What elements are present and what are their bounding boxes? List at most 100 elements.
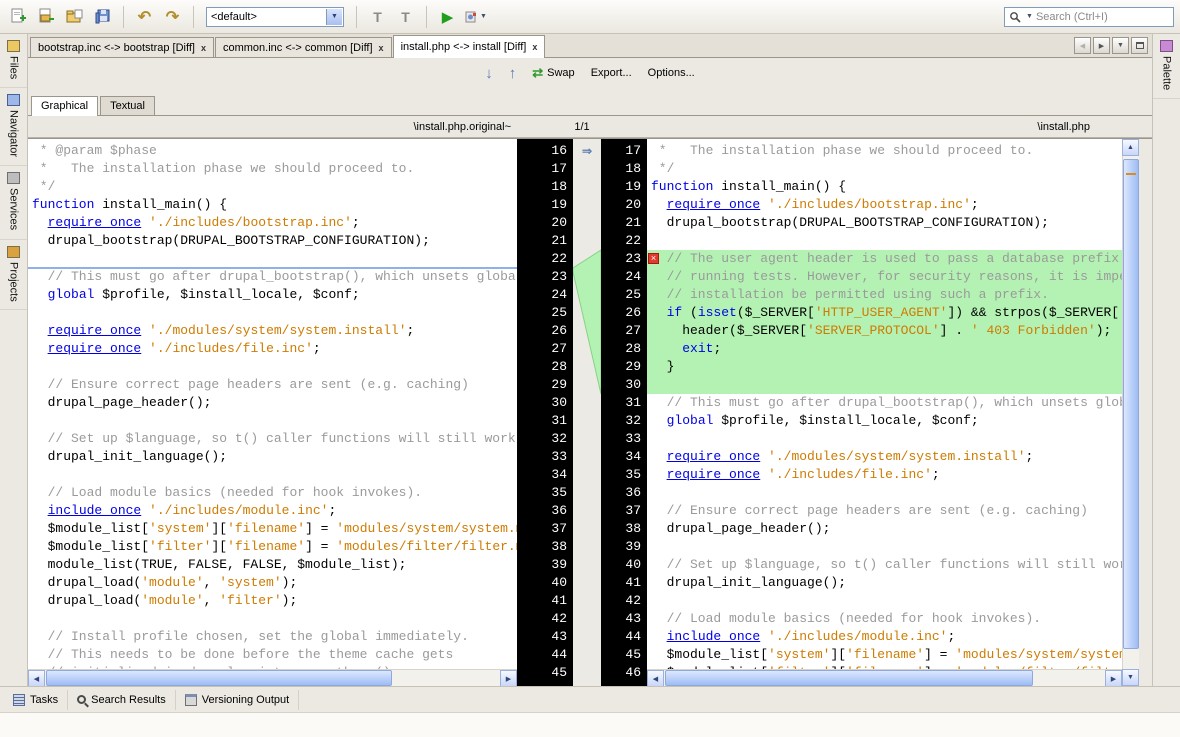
combo-dropdown-icon[interactable]: ▼ xyxy=(326,9,342,25)
text-tool-button-2[interactable]: T xyxy=(393,4,418,29)
redo-button[interactable]: ↷ xyxy=(160,4,185,29)
code-line[interactable] xyxy=(28,304,517,322)
code-line[interactable] xyxy=(647,232,1122,250)
code-line[interactable]: drupal_bootstrap(DRUPAL_BOOTSTRAP_CONFIG… xyxy=(647,214,1122,232)
code-line[interactable]: // Ensure correct page headers are sent … xyxy=(28,376,517,394)
window-tab-versioning-output[interactable]: Versioning Output xyxy=(176,690,299,710)
code-line[interactable]: * The installation phase we should proce… xyxy=(28,160,517,178)
code-line[interactable]: * The installation phase we should proce… xyxy=(647,142,1122,160)
dock-tab-files[interactable]: Files xyxy=(0,34,27,88)
modified-file-pane[interactable]: * The installation phase we should proce… xyxy=(647,139,1122,686)
code-line[interactable]: require_once './includes/bootstrap.inc'; xyxy=(647,196,1122,214)
code-line[interactable]: function install_main() { xyxy=(647,178,1122,196)
scroll-right-button[interactable]: ▶ xyxy=(500,670,517,686)
code-line[interactable]: // Ensure correct page headers are sent … xyxy=(647,502,1122,520)
right-hscroll-thumb[interactable] xyxy=(665,670,1033,686)
new-project-button[interactable] xyxy=(34,4,59,29)
code-line[interactable]: drupal_page_header(); xyxy=(647,520,1122,538)
code-line[interactable]: global $profile, $install_locale, $conf; xyxy=(28,286,517,304)
code-line[interactable]: include_once './includes/module.inc'; xyxy=(28,502,517,520)
code-line[interactable] xyxy=(647,484,1122,502)
code-line[interactable]: exit; xyxy=(647,340,1122,358)
text-tool-button-1[interactable]: T xyxy=(365,4,390,29)
code-line[interactable]: // installation be permitted using such … xyxy=(647,286,1122,304)
code-line[interactable]: require_once './modules/system/system.in… xyxy=(647,448,1122,466)
original-file-pane[interactable]: * @param $phase * The installation phase… xyxy=(28,139,517,686)
window-tab-tasks[interactable]: Tasks xyxy=(4,690,68,710)
open-project-button[interactable] xyxy=(62,4,87,29)
code-line[interactable]: // Set up $language, so t() caller funct… xyxy=(647,556,1122,574)
code-line[interactable]: * @param $phase xyxy=(28,142,517,160)
tab-list-button[interactable]: ▼ xyxy=(1112,37,1129,54)
run-project-button[interactable]: ▶ xyxy=(435,4,460,29)
dock-tab-palette[interactable]: Palette xyxy=(1153,34,1180,99)
code-line[interactable]: include_once './includes/module.inc'; xyxy=(647,628,1122,646)
vertical-scrollbar[interactable]: ▲ ▼ xyxy=(1122,139,1139,686)
code-line[interactable]: // Install profile chosen, set the globa… xyxy=(28,628,517,646)
tab-close-icon[interactable]: x xyxy=(532,42,537,52)
scroll-tabs-left-button[interactable]: ◀ xyxy=(1074,37,1091,54)
code-line[interactable]: $module_list['system']['filename'] = 'mo… xyxy=(647,646,1122,664)
code-line[interactable]: $module_list['system']['filename'] = 'mo… xyxy=(28,520,517,538)
swap-button[interactable]: ⇄ Swap xyxy=(526,62,580,84)
code-line[interactable]: require_once './includes/file.inc'; xyxy=(647,466,1122,484)
window-tab-search-results[interactable]: Search Results xyxy=(68,690,176,710)
code-line[interactable]: drupal_page_header(); xyxy=(28,394,517,412)
code-line[interactable]: if (isset($_SERVER['HTTP_USER_AGENT']) &… xyxy=(647,304,1122,322)
code-line[interactable]: global $profile, $install_locale, $conf; xyxy=(647,412,1122,430)
code-line[interactable]: */ xyxy=(28,178,517,196)
maximize-window-button[interactable] xyxy=(1131,37,1148,54)
search-dropdown-icon[interactable]: ▼ xyxy=(1026,13,1033,20)
current-diff-arrow-icon[interactable]: ⇒ xyxy=(573,142,601,160)
code-line[interactable] xyxy=(647,376,1122,394)
code-line[interactable]: // This must go after drupal_bootstrap()… xyxy=(28,268,517,286)
editor-tab-bootstrap.inc[interactable]: bootstrap.inc <-> bootstrap [Diff]x xyxy=(30,37,214,57)
code-line[interactable]: module_list(TRUE, FALSE, FALSE, $module_… xyxy=(28,556,517,574)
error-badge-icon[interactable]: × xyxy=(648,253,659,264)
view-tab-textual[interactable]: Textual xyxy=(100,96,155,115)
code-line[interactable] xyxy=(28,610,517,628)
code-line[interactable]: drupal_load('module', 'filter'); xyxy=(28,592,517,610)
debug-project-button[interactable]: ▼ xyxy=(463,4,488,29)
scroll-tabs-right-button[interactable]: ▶ xyxy=(1093,37,1110,54)
code-line[interactable]: // Load module basics (needed for hook i… xyxy=(28,484,517,502)
code-line[interactable] xyxy=(28,466,517,484)
export-button[interactable]: Export... xyxy=(585,64,638,82)
code-line[interactable]: // This must go after drupal_bootstrap()… xyxy=(647,394,1122,412)
code-line[interactable]: header($_SERVER['SERVER_PROTOCOL'] . ' 4… xyxy=(647,322,1122,340)
quick-search-input[interactable]: ▼ Search (Ctrl+I) xyxy=(1004,7,1174,27)
dock-tab-navigator[interactable]: Navigator xyxy=(0,88,27,166)
new-file-button[interactable] xyxy=(6,4,31,29)
code-line[interactable] xyxy=(28,358,517,376)
code-line[interactable]: function install_main() { xyxy=(28,196,517,214)
code-line[interactable]: } xyxy=(647,358,1122,376)
code-line[interactable]: drupal_bootstrap(DRUPAL_BOOTSTRAP_CONFIG… xyxy=(28,232,517,250)
tab-close-icon[interactable]: x xyxy=(201,43,206,53)
tab-close-icon[interactable]: x xyxy=(379,43,384,53)
scroll-left-button[interactable]: ◀ xyxy=(28,670,45,686)
code-line[interactable]: drupal_init_language(); xyxy=(28,448,517,466)
code-line[interactable]: require_once './includes/bootstrap.inc'; xyxy=(28,214,517,232)
code-line[interactable] xyxy=(647,592,1122,610)
configuration-combo[interactable]: <default> ▼ xyxy=(206,7,344,27)
scroll-down-button[interactable]: ▼ xyxy=(1122,669,1139,686)
next-difference-button[interactable]: ↓ xyxy=(479,62,499,85)
vscroll-thumb[interactable] xyxy=(1123,159,1139,649)
scroll-up-button[interactable]: ▲ xyxy=(1122,139,1139,156)
code-line[interactable] xyxy=(647,430,1122,448)
undo-button[interactable]: ↶ xyxy=(132,4,157,29)
editor-tab-install.php[interactable]: install.php <-> install [Diff]x xyxy=(393,35,546,58)
code-line[interactable]: // Load module basics (needed for hook i… xyxy=(647,610,1122,628)
editor-tab-common.inc[interactable]: common.inc <-> common [Diff]x xyxy=(215,37,392,57)
previous-difference-button[interactable]: ↑ xyxy=(503,62,523,85)
code-line[interactable]: require_once './includes/file.inc'; xyxy=(28,340,517,358)
code-line[interactable]: drupal_load('module', 'system'); xyxy=(28,574,517,592)
code-line[interactable]: // running tests. However, for security … xyxy=(647,268,1122,286)
view-tab-graphical[interactable]: Graphical xyxy=(31,96,98,116)
code-line[interactable]: require_once './modules/system/system.in… xyxy=(28,322,517,340)
options-button[interactable]: Options... xyxy=(642,64,701,82)
left-horizontal-scrollbar[interactable]: ◀ ▶ xyxy=(28,669,517,686)
code-line[interactable]: // This needs to be done before the them… xyxy=(28,646,517,664)
right-horizontal-scrollbar[interactable]: ◀ ▶ xyxy=(647,669,1122,686)
code-line[interactable]: // The user agent header is used to pass… xyxy=(647,250,1122,268)
